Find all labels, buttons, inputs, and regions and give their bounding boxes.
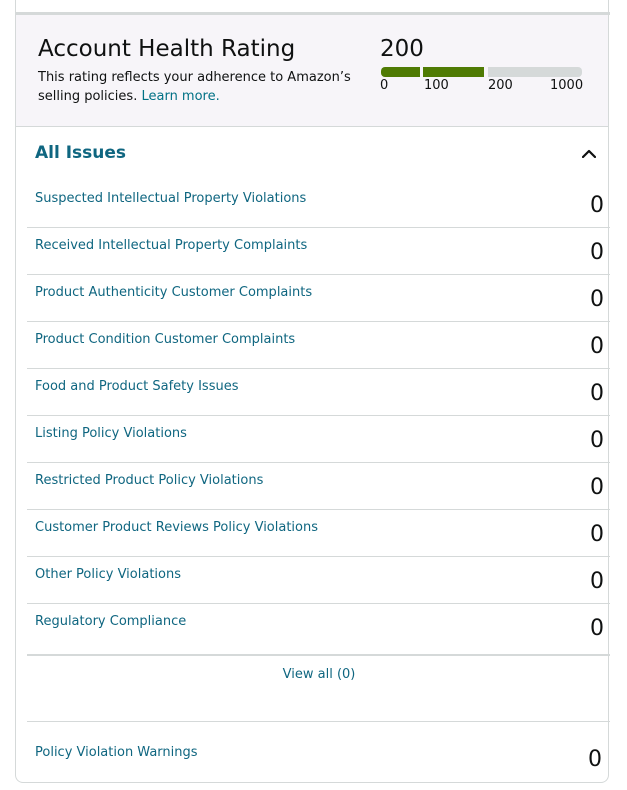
ahr-score: 200 [380,36,424,62]
issue-count: 0 [590,240,604,265]
issue-count: 0 [590,475,604,500]
divider [27,654,610,656]
account-health-card: Account Health Rating This rating reflec… [15,0,610,783]
issue-row[interactable]: Received Intellectual Property Complaint… [27,228,610,275]
score-tick-1000: 1000 [550,78,584,93]
issue-label[interactable]: Suspected Intellectual Property Violatio… [35,191,306,206]
view-all-link[interactable]: View all (0) [16,667,622,682]
issue-row[interactable]: Product Condition Customer Complaints 0 [27,322,610,369]
score-tick-0: 0 [380,78,389,93]
score-tick-100: 100 [424,78,449,93]
score-bar-segment-low [381,67,420,77]
issue-label[interactable]: Restricted Product Policy Violations [35,473,263,488]
issue-label[interactable]: Food and Product Safety Issues [35,379,239,394]
issue-count: 0 [590,569,604,594]
issue-count: 0 [590,616,604,641]
learn-more-link[interactable]: Learn more. [141,89,219,104]
issue-label[interactable]: Product Authenticity Customer Complaints [35,285,312,300]
issue-count: 0 [590,193,604,218]
divider [27,721,610,722]
ahr-description: This rating reflects your adherence to A… [38,68,358,106]
ahr-title: Account Health Rating [38,36,296,62]
issue-count: 0 [590,287,604,312]
issue-label[interactable]: Received Intellectual Property Complaint… [35,238,307,253]
issue-count: 0 [590,428,604,453]
chevron-up-icon[interactable] [582,148,596,158]
issue-row[interactable]: Customer Product Reviews Policy Violatio… [27,510,610,557]
score-bar-segment-mid [423,67,484,77]
issue-row[interactable]: Other Policy Violations 0 [27,557,610,604]
issue-count: 0 [590,334,604,359]
view-all-label[interactable]: View all (0) [283,667,356,682]
issue-label[interactable]: Product Condition Customer Complaints [35,332,295,347]
issue-count: 0 [590,522,604,547]
issue-row[interactable]: Listing Policy Violations 0 [27,416,610,463]
score-tick-200: 200 [488,78,513,93]
issue-row[interactable]: Product Authenticity Customer Complaints… [27,275,610,322]
issue-label[interactable]: Listing Policy Violations [35,426,187,441]
issue-label[interactable]: Other Policy Violations [35,567,181,582]
account-health-rating-panel: Account Health Rating This rating reflec… [16,15,608,127]
policy-violation-warnings-count: 0 [588,747,602,772]
issue-row[interactable]: Restricted Product Policy Violations 0 [27,463,610,510]
issue-row[interactable]: Food and Product Safety Issues 0 [27,369,610,416]
issue-row[interactable]: Regulatory Compliance 0 [27,604,610,651]
policy-violation-warnings-link[interactable]: Policy Violation Warnings [35,745,198,760]
all-issues-heading[interactable]: All Issues [35,143,126,163]
issue-label[interactable]: Customer Product Reviews Policy Violatio… [35,520,318,535]
score-bar-segment-high [488,67,582,77]
issue-label[interactable]: Regulatory Compliance [35,614,186,629]
issue-row[interactable]: Suspected Intellectual Property Violatio… [27,181,610,228]
issue-count: 0 [590,381,604,406]
